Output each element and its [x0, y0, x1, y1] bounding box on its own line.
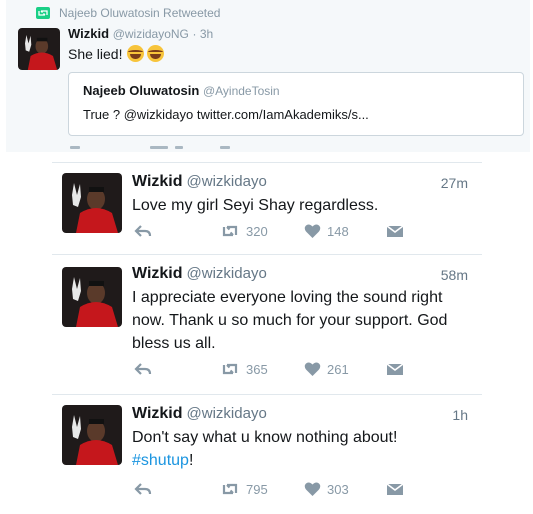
reply-icon: [134, 363, 152, 375]
reply-button[interactable]: [134, 223, 152, 239]
tweet-item[interactable]: Wizkid @wizkidayo 27m Love my girl Seyi S…: [52, 162, 482, 255]
tweet-text: Don't say what u know nothing about! #sh…: [132, 426, 472, 472]
hashtag-link[interactable]: #shutup: [132, 452, 189, 469]
tweet-header: Wizkid @wizidayoNG · 3h: [68, 26, 213, 41]
tweet-time[interactable]: 1h: [452, 407, 468, 423]
tweet-item[interactable]: Wizkid @wizkidayo 58m I appreciate everyo…: [52, 254, 482, 395]
tweet-time[interactable]: 27m: [441, 175, 468, 191]
retweet-icon: [222, 225, 238, 237]
avatar[interactable]: [18, 28, 60, 70]
tweet-actions: 320 148: [132, 223, 432, 243]
author-handle[interactable]: @wizkidayo: [187, 405, 267, 422]
retweet-icon: [222, 363, 238, 375]
author-handle[interactable]: @wizkidayo: [187, 265, 267, 282]
reply-icon: [134, 483, 152, 495]
like-count: 148: [327, 223, 349, 239]
tweet-text: Love my girl Seyi Shay regardless.: [132, 197, 379, 214]
like-count: 261: [327, 361, 349, 377]
quoted-author-handle: @AyindeTosin: [202, 84, 280, 98]
tweet-header: Wizkid @wizkidayo: [132, 173, 267, 191]
tweet-time[interactable]: 58m: [441, 267, 468, 283]
laughing-emoji-icon: [127, 45, 145, 62]
heart-icon: [304, 362, 321, 376]
quoted-tweet-text: True ? @wizkidayo twitter.com/IamAkademi…: [83, 107, 369, 122]
direct-message-button[interactable]: [386, 481, 404, 497]
author-name[interactable]: Wizkid: [132, 173, 183, 190]
retweeted-by-label[interactable]: Najeeb Oluwatosin Retweeted: [59, 6, 220, 20]
tweet-header: Wizkid @wizkidayo: [132, 405, 267, 423]
tweet-text: I appreciate everyone loving the sound r…: [132, 289, 448, 352]
retweet-badge-icon: [36, 7, 50, 19]
retweet-button[interactable]: 795: [220, 481, 268, 497]
retweet-button[interactable]: 320: [220, 223, 268, 239]
retweet-count: 365: [246, 361, 268, 377]
like-button[interactable]: 261: [304, 361, 349, 377]
avatar[interactable]: [62, 173, 122, 233]
author-name[interactable]: Wizkid: [68, 26, 109, 41]
like-button[interactable]: 303: [304, 481, 349, 497]
laughing-emoji-icon: [147, 45, 165, 62]
separator-dot: ·: [192, 27, 200, 41]
retweeted-tweet-card: Najeeb Oluwatosin Retweeted Wizkid @wizi…: [6, 0, 530, 152]
retweet-button[interactable]: 365: [220, 361, 268, 377]
retweet-context: Najeeb Oluwatosin Retweeted: [36, 6, 220, 20]
like-button[interactable]: 148: [304, 223, 349, 239]
quoted-author-name: Najeeb Oluwatosin: [83, 83, 200, 98]
retweet-count: 795: [246, 481, 268, 497]
direct-message-icon: [386, 363, 404, 375]
author-handle[interactable]: @wizkidayo: [187, 173, 267, 190]
tweet-text: She lied!: [68, 45, 165, 62]
tweet-header: Wizkid @wizkidayo: [132, 265, 267, 283]
reply-button[interactable]: [134, 361, 152, 377]
tweet-item[interactable]: Wizkid @wizkidayo 1h Don't say what u kno…: [52, 394, 482, 514]
retweet-icon: [222, 483, 238, 495]
tweet-actions: 365 261: [132, 361, 432, 381]
tweet-text-content: Don't say what u know nothing about!: [132, 429, 398, 446]
author-name[interactable]: Wizkid: [132, 405, 183, 422]
tweet-time[interactable]: 3h: [200, 27, 213, 41]
reply-button[interactable]: [134, 481, 152, 497]
heart-icon: [304, 482, 321, 496]
avatar[interactable]: [62, 267, 122, 327]
direct-message-button[interactable]: [386, 361, 404, 377]
heart-icon: [304, 224, 321, 238]
cropped-action-bar: [70, 146, 270, 152]
direct-message-icon: [386, 225, 404, 237]
quoted-tweet[interactable]: Najeeb Oluwatosin @AyindeTosin True ? @w…: [68, 72, 524, 136]
avatar[interactable]: [62, 405, 122, 465]
reply-icon: [134, 225, 152, 237]
author-name[interactable]: Wizkid: [132, 265, 183, 282]
direct-message-icon: [386, 483, 404, 495]
retweet-count: 320: [246, 223, 268, 239]
like-count: 303: [327, 481, 349, 497]
tweet-actions: 795 303: [132, 481, 432, 501]
tweet-text-content: She lied!: [68, 45, 123, 62]
author-handle[interactable]: @wizidayoNG: [113, 27, 189, 41]
direct-message-button[interactable]: [386, 223, 404, 239]
tweet-text-suffix: !: [188, 452, 194, 469]
